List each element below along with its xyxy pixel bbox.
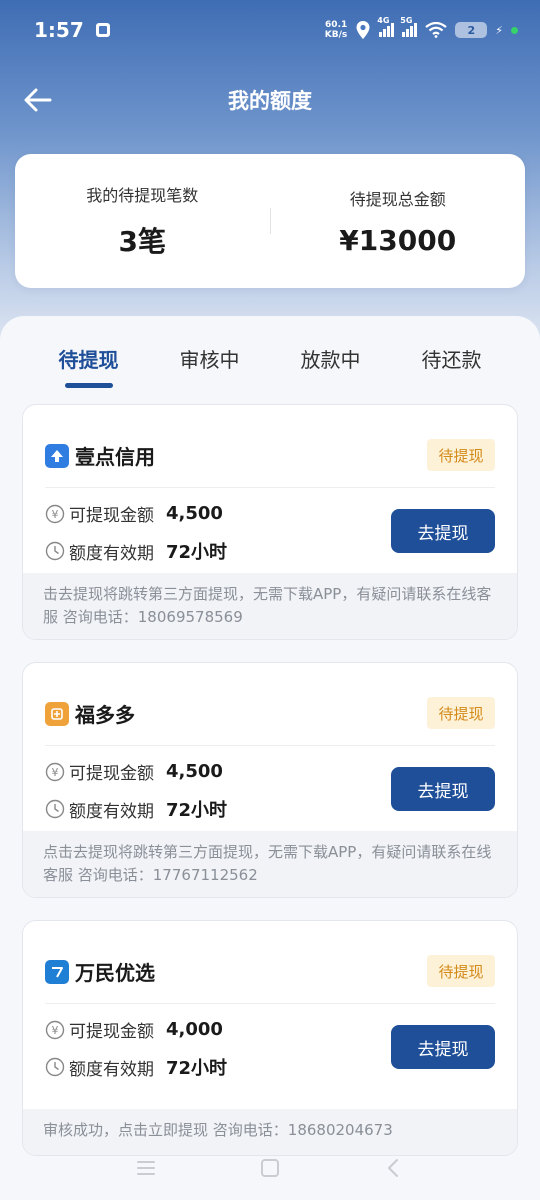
active-tab-indicator: [64, 383, 113, 388]
tab-disbursing[interactable]: 放款中: [270, 344, 391, 388]
loan-card: 万民优选 待提现 ¥ 可提现金额 4,000 额度有效期 72小时 去提现 审核…: [22, 920, 518, 1156]
status-badge: 待提现: [427, 955, 495, 987]
yuan-icon: ¥: [45, 762, 65, 781]
pending-total-label: 待提现总金额: [349, 189, 446, 209]
clock-icon: [45, 799, 65, 819]
svg-text:¥: ¥: [52, 766, 59, 779]
status-time: 1:57: [34, 18, 84, 42]
card-note: 击去提现将跳转第三方面提现，无需下载APP，有疑问请联系在线客服 咨询电话：18…: [23, 573, 517, 639]
svg-text:¥: ¥: [52, 508, 59, 521]
amount-label: 可提现金额: [69, 1022, 154, 1042]
notification-app-icon: [95, 23, 110, 37]
validity-label: 额度有效期: [69, 543, 154, 564]
status-badge: 待提现: [427, 697, 495, 729]
status-tabs: 待提现 审核中 放款中 待还款: [28, 344, 512, 388]
battery-icon: 2: [455, 22, 488, 38]
amount-value: 4,000: [166, 1019, 223, 1040]
pending-count-value: 3笔: [118, 225, 166, 258]
withdraw-button[interactable]: 去提现: [391, 767, 495, 811]
validity-label: 额度有效期: [69, 1059, 154, 1080]
svg-text:¥: ¥: [52, 1024, 59, 1037]
clock-icon: [45, 541, 65, 561]
card-header: 壹点信用: [45, 441, 155, 470]
app-logo-icon: [45, 701, 69, 726]
tab-pending-withdraw[interactable]: 待提现: [28, 344, 149, 388]
app-name: 福多多: [75, 703, 135, 727]
amount-label: 可提现金额: [69, 764, 154, 784]
amount-row: ¥ 可提现金额 4,500: [45, 501, 223, 526]
card-divider: [45, 487, 495, 488]
tab-reviewing[interactable]: 审核中: [149, 344, 270, 388]
validity-label: 额度有效期: [69, 801, 154, 822]
signal-5g-icon: 5G: [400, 16, 418, 37]
privacy-dot-icon: [511, 26, 518, 34]
summary-card: 我的待提现笔数 3笔 待提现总金额 ¥13000: [15, 154, 525, 288]
pending-total-value: ¥13000: [339, 223, 457, 257]
network-speed: 60.1 KB/s: [324, 20, 348, 40]
loan-card: 壹点信用 待提现 ¥ 可提现金额 4,500 额度有效期 72小时 去提现 击去…: [22, 404, 518, 640]
app-logo-icon: [45, 443, 69, 468]
signal-4g-icon: 4G: [377, 16, 395, 37]
menu-icon[interactable]: [134, 1156, 158, 1180]
page-title: 我的额度: [228, 89, 312, 113]
app-name: 壹点信用: [75, 445, 155, 469]
validity-value: 72小时: [166, 542, 228, 563]
card-header: 万民优选: [45, 957, 155, 986]
status-badge: 待提现: [427, 439, 495, 471]
amount-row: ¥ 可提现金额 4,500: [45, 759, 223, 784]
card-divider: [45, 745, 495, 746]
status-indicators: 60.1 KB/s 4G 5G 2 ⚡: [324, 16, 518, 40]
amount-value: 4,500: [166, 503, 223, 524]
system-nav-bar: [0, 1146, 540, 1190]
yuan-icon: ¥: [45, 1020, 65, 1039]
withdraw-button[interactable]: 去提现: [391, 509, 495, 553]
validity-value: 72小时: [166, 800, 228, 821]
amount-label: 可提现金额: [69, 506, 154, 526]
yuan-icon: ¥: [45, 504, 65, 523]
tab-repayment[interactable]: 待还款: [391, 344, 512, 388]
validity-row: 额度有效期 72小时: [45, 538, 227, 564]
pending-total-section: 待提现总金额 ¥13000: [271, 186, 526, 257]
validity-row: 额度有效期 72小时: [45, 796, 227, 822]
card-header: 福多多: [45, 699, 135, 728]
validity-row: 额度有效期 72小时: [45, 1054, 227, 1080]
status-bar: 1:57 60.1 KB/s 4G 5G 2 ⚡: [0, 0, 540, 60]
charging-icon: ⚡: [495, 23, 503, 37]
back-icon[interactable]: [382, 1156, 406, 1180]
clock-icon: [45, 1057, 65, 1077]
back-arrow-icon[interactable]: [22, 86, 54, 114]
card-note: 点击去提现将跳转第三方面提现，无需下载APP，有疑问请联系在线客服 咨询电话：1…: [23, 831, 517, 897]
card-divider: [45, 1003, 495, 1004]
pending-count-section: 我的待提现笔数 3笔: [15, 182, 270, 260]
app-logo-icon: [45, 959, 69, 984]
wifi-icon: [425, 22, 447, 38]
validity-value: 72小时: [166, 1058, 228, 1079]
amount-row: ¥ 可提现金额 4,000: [45, 1017, 223, 1042]
loan-card: 福多多 待提现 ¥ 可提现金额 4,500 额度有效期 72小时 去提现 点击去…: [22, 662, 518, 898]
home-icon[interactable]: [258, 1156, 282, 1180]
content-panel: 待提现 审核中 放款中 待还款 壹点信用 待提现 ¥ 可提现金额 4,500 额…: [0, 316, 540, 1200]
withdraw-button[interactable]: 去提现: [391, 1025, 495, 1069]
location-icon: [356, 21, 370, 39]
amount-value: 4,500: [166, 761, 223, 782]
page-header: 我的额度: [0, 70, 540, 130]
app-name: 万民优选: [75, 961, 155, 985]
pending-count-label: 我的待提现笔数: [86, 186, 199, 205]
